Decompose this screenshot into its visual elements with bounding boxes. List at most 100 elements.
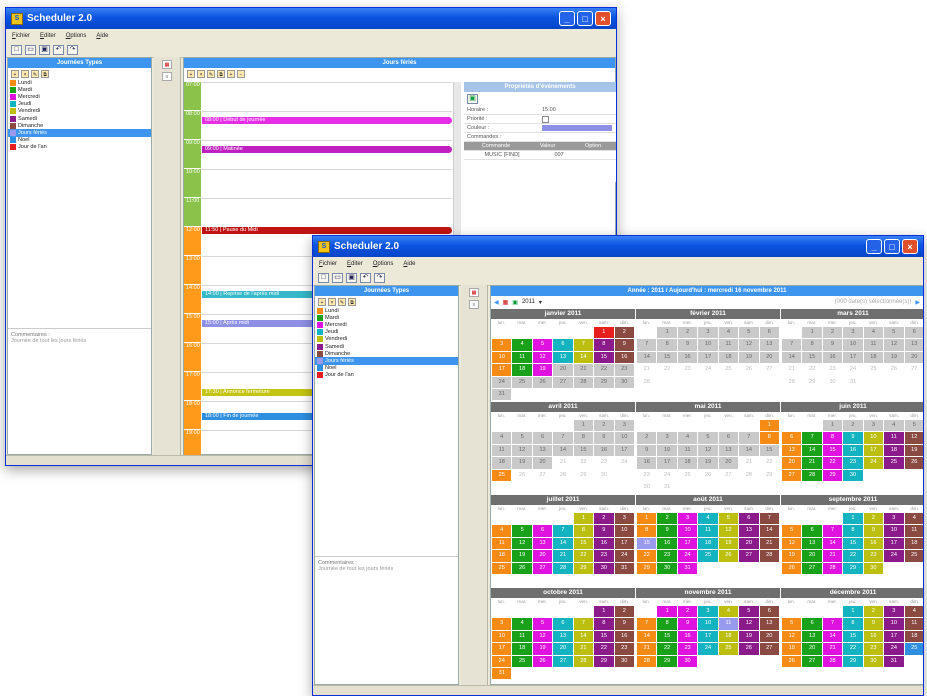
calendar-day[interactable]: 30 xyxy=(863,562,884,574)
calendar-day[interactable]: 11 xyxy=(718,618,739,630)
calendar-day[interactable]: 3 xyxy=(863,420,884,432)
calendar-day[interactable]: 12 xyxy=(718,525,739,537)
calendar-day[interactable]: 7 xyxy=(782,339,802,351)
calendar-day[interactable]: 28 xyxy=(637,655,657,667)
calendar-day[interactable]: 22 xyxy=(843,550,863,562)
add-icon[interactable]: + xyxy=(318,297,326,306)
calendar-day[interactable]: 20 xyxy=(553,643,573,655)
calendar-day[interactable]: 9 xyxy=(822,339,843,351)
calendar-day[interactable]: 17 xyxy=(698,630,718,643)
calendar-day[interactable]: 4 xyxy=(904,606,923,618)
calendar-day[interactable]: 31 xyxy=(492,667,512,680)
calendar-day[interactable]: 3 xyxy=(492,618,512,630)
calendar-day[interactable]: 24 xyxy=(492,655,512,667)
calendar-day[interactable]: 29 xyxy=(573,469,594,481)
calendar-day[interactable]: 30 xyxy=(843,469,863,481)
calendar-day[interactable]: 7 xyxy=(637,339,657,351)
calendar-day[interactable]: 21 xyxy=(573,364,594,376)
day-type-item[interactable]: Dimanche xyxy=(315,350,458,357)
calendar-day[interactable]: 21 xyxy=(759,537,779,550)
calendar-day[interactable]: 4 xyxy=(512,618,532,630)
copy-icon[interactable]: ⧉ xyxy=(41,69,49,78)
calendar-day[interactable]: 5 xyxy=(782,525,802,537)
calendar-day[interactable]: 13 xyxy=(532,537,553,550)
calendar-day[interactable]: 20 xyxy=(904,351,923,364)
calendar-day[interactable]: 1 xyxy=(843,513,863,525)
calendar-day[interactable]: 1 xyxy=(759,420,779,432)
calendar-day[interactable]: 16 xyxy=(677,630,698,643)
calendar-day[interactable]: 12 xyxy=(698,444,718,457)
calendar-day[interactable]: 26 xyxy=(532,376,553,388)
calendar-day[interactable]: 7 xyxy=(573,618,594,630)
calendar-day[interactable]: 12 xyxy=(782,537,802,550)
calendar-day[interactable]: 20 xyxy=(759,351,779,364)
calendar-day[interactable]: 30 xyxy=(822,376,843,388)
calendar-icon[interactable]: ▦ xyxy=(503,299,509,306)
calendar-day[interactable]: 27 xyxy=(904,364,923,376)
calendar-day[interactable]: 30 xyxy=(594,469,614,481)
calendar-day[interactable]: 26 xyxy=(718,550,739,562)
calendar-day[interactable]: 16 xyxy=(863,537,884,550)
edit-icon[interactable]: ✎ xyxy=(338,297,346,306)
calendar-day[interactable]: 25 xyxy=(718,364,739,376)
calendar-day[interactable]: 23 xyxy=(822,364,843,376)
calendar-day[interactable]: 6 xyxy=(532,432,553,444)
calendar-day[interactable]: 19 xyxy=(512,457,532,469)
day-type-item[interactable]: Vendredi xyxy=(8,108,151,115)
calendar-day[interactable]: 12 xyxy=(512,444,532,457)
calendar-day[interactable]: 28 xyxy=(822,562,843,574)
maximize-button[interactable]: □ xyxy=(577,11,593,26)
calendar-day[interactable]: 23 xyxy=(843,457,863,469)
calendar-day[interactable]: 23 xyxy=(657,550,677,562)
calendar-day[interactable]: 9 xyxy=(843,432,863,444)
calendar-day[interactable]: 11 xyxy=(863,339,884,351)
calendar-day[interactable]: 12 xyxy=(782,630,802,643)
calendar-day[interactable]: 16 xyxy=(843,444,863,457)
calendar-day[interactable]: 19 xyxy=(782,643,802,655)
calendar-day[interactable]: 27 xyxy=(532,469,553,481)
calendar-day[interactable]: 9 xyxy=(614,618,634,630)
calendar-day[interactable]: 24 xyxy=(657,469,677,481)
calendar-day[interactable]: 30 xyxy=(657,562,677,574)
calendar-day[interactable]: 8 xyxy=(802,339,822,351)
delete-icon[interactable]: × xyxy=(21,69,29,78)
calendar-day[interactable]: 15 xyxy=(594,351,614,364)
calendar-day[interactable]: 29 xyxy=(843,655,863,667)
calendar-day[interactable]: 25 xyxy=(884,457,904,469)
calendar-day[interactable]: 15 xyxy=(657,351,677,364)
calendar-day[interactable]: 18 xyxy=(904,630,923,643)
calendar-day[interactable]: 19 xyxy=(698,457,718,469)
year-select[interactable]: 2011 xyxy=(522,299,535,305)
prev-year-icon[interactable]: ◀ xyxy=(494,299,499,306)
calendar-day[interactable]: 17 xyxy=(884,630,904,643)
calendar-day[interactable]: 17 xyxy=(657,457,677,469)
calendar-day[interactable]: 28 xyxy=(802,469,822,481)
calendar-day[interactable]: 17 xyxy=(863,444,884,457)
calendar-day[interactable]: 28 xyxy=(739,469,759,481)
new-icon[interactable]: □ xyxy=(11,44,22,55)
calendar-day[interactable]: 15 xyxy=(822,444,843,457)
calendar-day[interactable]: 13 xyxy=(802,537,822,550)
calendar-day[interactable]: 18 xyxy=(492,457,512,469)
command-row[interactable]: MUSIC [FIND] 007 xyxy=(464,151,616,160)
calendar-day[interactable]: 20 xyxy=(532,457,553,469)
calendar-day[interactable]: 12 xyxy=(904,432,923,444)
delete-icon[interactable]: × xyxy=(328,297,336,306)
calendar-day[interactable]: 18 xyxy=(677,457,698,469)
calendar-day[interactable]: 4 xyxy=(512,339,532,351)
calendar-day[interactable]: 9 xyxy=(637,444,657,457)
edit-event-icon[interactable]: ✎ xyxy=(207,69,215,78)
calendar-day[interactable]: 1 xyxy=(802,327,822,339)
calendar-day[interactable]: 24 xyxy=(843,364,863,376)
calendar-day[interactable]: 2 xyxy=(677,327,698,339)
calendar-day[interactable]: 16 xyxy=(637,457,657,469)
calendar-day[interactable]: 20 xyxy=(782,457,802,469)
day-type-item[interactable]: Samedi xyxy=(8,115,151,122)
calendar-day[interactable]: 20 xyxy=(532,550,553,562)
calendar-day[interactable]: 23 xyxy=(614,364,634,376)
calendar-day[interactable]: 13 xyxy=(759,618,779,630)
calendar-day[interactable]: 21 xyxy=(553,457,573,469)
calendar-day[interactable]: 1 xyxy=(594,327,614,339)
calendar-day[interactable]: 28 xyxy=(553,469,573,481)
calendar-day[interactable]: 26 xyxy=(512,562,532,574)
